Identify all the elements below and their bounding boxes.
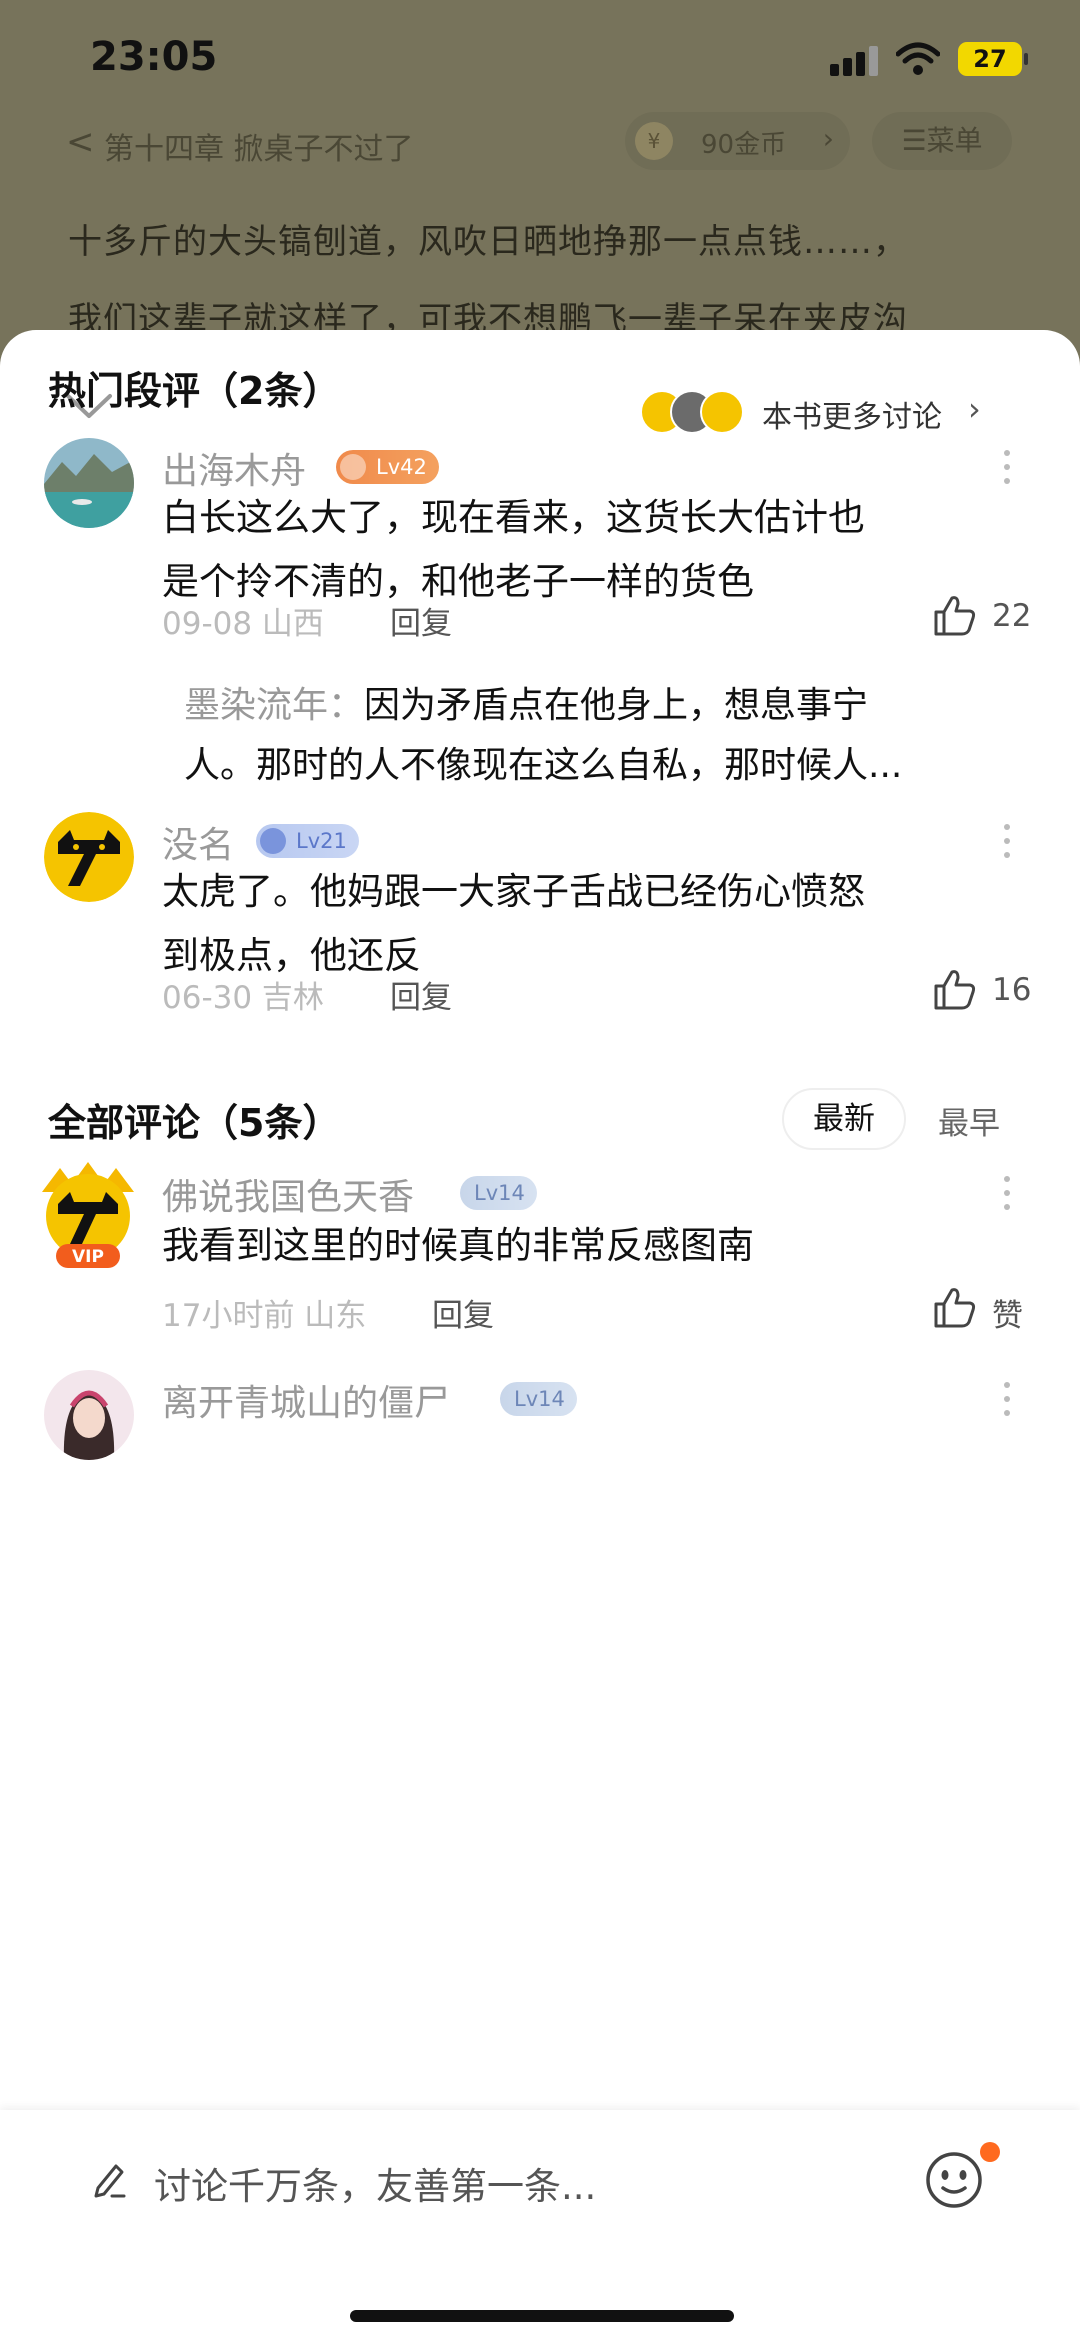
coin-amount: 90金币	[701, 130, 787, 160]
pencil-icon	[94, 2164, 126, 2198]
sub-reply[interactable]: 墨染流年：因为矛盾点在他身上，想息事宁 人。那时的人不像现在这么自私，那时候人.…	[184, 676, 1014, 796]
sub-reply-text: 因为矛盾点在他身上，想息事宁	[364, 685, 869, 726]
comments-sheet: 本书更多讨论 › 热门段评（2条） 出海木舟 Lv42 白长这么大了，现在看来，…	[0, 330, 1080, 2338]
sort-toggle: 最新 最早	[782, 1088, 1042, 1152]
avatar[interactable]: VIP	[32, 1158, 144, 1270]
wifi-icon	[896, 42, 940, 75]
more-options-icon[interactable]	[1004, 1176, 1012, 1216]
comment-text: 白长这么大了，现在看来，这货长大估计也 是个拎不清的，和他老子一样的货色	[162, 486, 1032, 614]
notification-dot	[980, 2142, 1000, 2162]
level-label: Lv21	[296, 829, 347, 853]
level-badge: Lv21	[256, 824, 359, 858]
like-button[interactable]: 22	[932, 592, 1052, 640]
coin-icon: ¥	[635, 122, 673, 160]
back-chevron-icon[interactable]: <	[66, 122, 95, 162]
comment-meta: 17小时前 山东	[162, 1298, 367, 1334]
gem-icon	[260, 828, 286, 854]
comment-input-bar: 讨论千万条，友善第一条...	[0, 2110, 1080, 2338]
avatar[interactable]	[44, 438, 134, 528]
reader-background: 23:05 27 < 第十四章 掀桌子不过了 ¥ 90金币 › ☰菜单 十多斤的…	[0, 0, 1080, 360]
level-badge: Lv14	[460, 1176, 537, 1210]
all-comments-title: 全部评论（5条）	[48, 1101, 341, 1145]
like-count: 16	[992, 972, 1032, 1008]
sub-reply-text: 人。那时的人不像现在这么自私，那时候人...	[184, 745, 903, 786]
thumbs-up-icon	[934, 970, 976, 1010]
like-count: 22	[992, 598, 1032, 634]
signal-icon	[830, 46, 878, 76]
comment-meta: 09-08 山西	[162, 606, 324, 642]
avatar[interactable]	[44, 1370, 134, 1460]
menu-button[interactable]: ☰菜单	[872, 112, 1012, 170]
like-button[interactable]: 16	[932, 966, 1052, 1014]
reply-button[interactable]: 回复	[390, 598, 452, 643]
hot-comments-title: 热门段评（2条）	[48, 369, 341, 413]
sub-reply-user: 墨染流年：	[184, 685, 365, 726]
comment-text: 太虎了。他妈跟一大家子舌战已经伤心愤怒 到极点，他还反	[162, 860, 1032, 988]
vip-badge-text: VIP	[72, 1247, 104, 1267]
reader-toolbar: < 第十四章 掀桌子不过了 ¥ 90金币 › ☰菜单	[0, 110, 1080, 176]
comment-text: 我看到这里的时候真的非常反感图南	[162, 1224, 754, 1267]
chevron-right-icon: ›	[968, 390, 981, 428]
more-discussion-label: 本书更多讨论	[762, 400, 942, 435]
reader-text-line: 十多斤的大头镐刨道，风吹日晒地挣那一点点钱……，	[68, 222, 908, 262]
more-options-icon[interactable]	[1004, 450, 1012, 490]
level-badge: Lv42	[336, 450, 439, 484]
chevron-right-icon: ›	[822, 122, 834, 155]
coin-button[interactable]: ¥ 90金币 ›	[625, 112, 850, 170]
like-button[interactable]: 赞	[932, 1284, 1052, 1334]
chapter-title: 第十四章 掀桌子不过了	[104, 132, 414, 167]
comment-meta: 06-30 吉林	[162, 980, 324, 1016]
level-badge: Lv14	[500, 1382, 577, 1416]
thumbs-up-icon	[934, 1288, 976, 1328]
status-bar: 23:05 27	[0, 0, 1080, 110]
comment-text-line: 白长这么大了，现在看来，这货长大估计也	[162, 496, 865, 539]
status-time: 23:05	[90, 34, 218, 80]
thumbs-up-icon	[934, 596, 976, 636]
comment-input[interactable]: 讨论千万条，友善第一条...	[154, 2156, 596, 2210]
avatar-icon	[700, 390, 744, 434]
emoji-icon[interactable]	[924, 2150, 984, 2210]
username[interactable]: 离开青城山的僵尸	[162, 1374, 450, 1426]
home-indicator	[350, 2310, 734, 2322]
discussion-avatars	[640, 390, 750, 434]
like-count: 赞	[992, 1298, 1023, 1334]
reply-button[interactable]: 回复	[390, 972, 452, 1017]
reply-button[interactable]: 回复	[432, 1290, 494, 1335]
battery-icon: 27	[958, 42, 1028, 76]
sort-newest-button[interactable]: 最新	[782, 1088, 906, 1150]
more-options-icon[interactable]	[1004, 824, 1012, 864]
username[interactable]: 佛说我国色天香	[162, 1168, 414, 1220]
gem-icon	[340, 454, 366, 480]
more-discussion-link[interactable]: 本书更多讨论 ›	[640, 386, 990, 436]
level-label: Lv42	[376, 455, 427, 479]
comment-text-line: 太虎了。他妈跟一大家子舌战已经伤心愤怒	[162, 870, 865, 913]
avatar[interactable]	[44, 812, 134, 902]
more-options-icon[interactable]	[1004, 1382, 1012, 1422]
sort-earliest-button[interactable]: 最早	[938, 1098, 1000, 1143]
